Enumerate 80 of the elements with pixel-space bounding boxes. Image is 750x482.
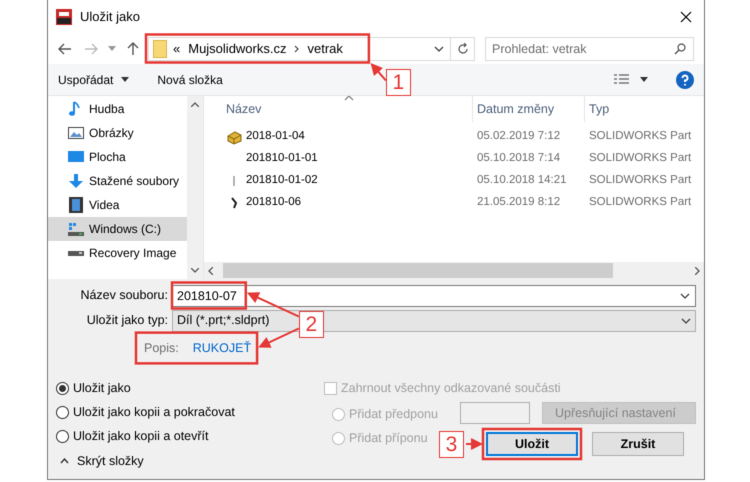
date-cell: 05.10.2018 7:14: [477, 152, 560, 164]
back-arrow-icon[interactable]: [58, 42, 72, 54]
description-label: Popis:: [144, 340, 179, 357]
app-icon: [56, 8, 72, 24]
desktop-icon: [68, 149, 84, 165]
sidebar-item[interactable]: Videa: [48, 193, 187, 217]
cancel-button[interactable]: Zrušit: [592, 432, 684, 456]
file-icon: [231, 197, 237, 209]
dropdown-caret-icon[interactable]: [680, 292, 690, 298]
field-label: Uložit jako typ:: [86, 312, 169, 330]
dropdown-caret-icon[interactable]: [434, 46, 444, 52]
radio-option[interactable]: Uložit jako kopii a otevřít: [56, 424, 208, 448]
file-name[interactable]: 201810-06: [246, 194, 301, 212]
film-icon: [68, 197, 84, 213]
sidebar-item[interactable]: Hudba: [48, 97, 187, 121]
date-cell: 21.05.2019 8:12: [477, 196, 560, 208]
date-cell: 05.02.2019 7:12: [477, 130, 560, 142]
callout-arrow: [370, 63, 387, 82]
address-bar[interactable]: « Mujsolidworks.cz vetrak: [148, 36, 475, 60]
breadcrumb-item[interactable]: vetrak: [307, 38, 343, 58]
organize-menu[interactable]: Uspořádat: [58, 70, 130, 88]
column-header[interactable]: Datum změny: [477, 100, 554, 118]
scrollbar-thumb[interactable]: [223, 263, 613, 278]
window-title: Uložit jako: [80, 8, 140, 26]
save-button[interactable]: Uložit: [486, 432, 578, 456]
callout-arrow: [258, 328, 300, 348]
radio-option[interactable]: Uložit jako: [56, 376, 131, 400]
help-icon[interactable]: [676, 70, 694, 88]
type-cell: SOLIDWORKS Part: [589, 174, 692, 186]
radio-option[interactable]: Uložit jako kopii a pokračovat: [56, 400, 235, 424]
scroll-up-icon[interactable]: [191, 102, 199, 107]
scroll-down-icon[interactable]: [191, 268, 199, 273]
sort-indicator-icon: [344, 96, 354, 101]
caret-icon[interactable]: [640, 77, 648, 82]
scroll-right-icon[interactable]: [695, 266, 700, 274]
callout-number: 1: [386, 68, 411, 96]
scroll-left-icon[interactable]: [208, 266, 213, 274]
vertical-scrollbar[interactable]: [187, 96, 203, 279]
field-label: Název souboru:: [79, 287, 169, 304]
horizontal-scrollbar[interactable]: [204, 262, 704, 279]
drive-icon: [68, 250, 84, 256]
part-icon: [226, 129, 242, 145]
caret-icon: [121, 77, 130, 82]
column-header[interactable]: Název: [226, 102, 262, 116]
sidebar-item[interactable]: Stažené soubory: [48, 169, 187, 193]
file-name[interactable]: 201810-01-02: [246, 172, 318, 190]
sidebar-item[interactable]: Windows (C:): [48, 217, 187, 241]
callout-number: 2: [298, 310, 324, 338]
chevron-up-icon: [60, 458, 69, 464]
input-field: [460, 402, 530, 424]
up-arrow-icon[interactable]: [127, 42, 139, 56]
hide-folders-toggle[interactable]: Skrýt složky: [56, 449, 320, 473]
file-name-field[interactable]: 201810-07: [172, 284, 696, 306]
drive-icon: [68, 221, 84, 237]
breadcrumb-item[interactable]: Mujsolidworks.cz: [188, 38, 286, 58]
chevron-icon: [294, 44, 300, 52]
sidebar-item[interactable]: Recovery Image: [48, 241, 187, 265]
callout-arrow: [466, 438, 483, 450]
search-field[interactable]: Prohledat: vetrak: [485, 36, 694, 60]
overflow-chevron[interactable]: «: [173, 38, 180, 58]
type-cell: SOLIDWORKS Part: [589, 130, 692, 142]
type-cell: SOLIDWORKS Part: [589, 196, 692, 208]
new-folder-button[interactable]: Nová složka: [157, 70, 223, 88]
picture-icon: [68, 125, 84, 141]
down-arrow-icon: [68, 173, 84, 189]
sidebar-item[interactable]: Obrázky: [48, 121, 187, 145]
close-icon[interactable]: [680, 10, 692, 22]
file-name[interactable]: 201810-01-01: [246, 150, 318, 168]
view-options-icon[interactable]: [614, 74, 630, 86]
callout-number: 3: [439, 431, 464, 458]
description-link[interactable]: RUKOJEŤ: [192, 338, 252, 358]
dropdown-caret-icon: [681, 318, 691, 324]
refresh-icon[interactable]: [456, 42, 468, 54]
type-cell: SOLIDWORKS Part: [589, 152, 692, 164]
column-header[interactable]: Typ: [589, 100, 610, 118]
file-name[interactable]: 2018-01-04: [246, 128, 305, 146]
sidebar-item[interactable]: Plocha: [48, 145, 187, 169]
folder-icon: [153, 40, 167, 58]
search-icon: [674, 42, 686, 54]
date-cell: 05.10.2018 14:21: [477, 174, 567, 186]
